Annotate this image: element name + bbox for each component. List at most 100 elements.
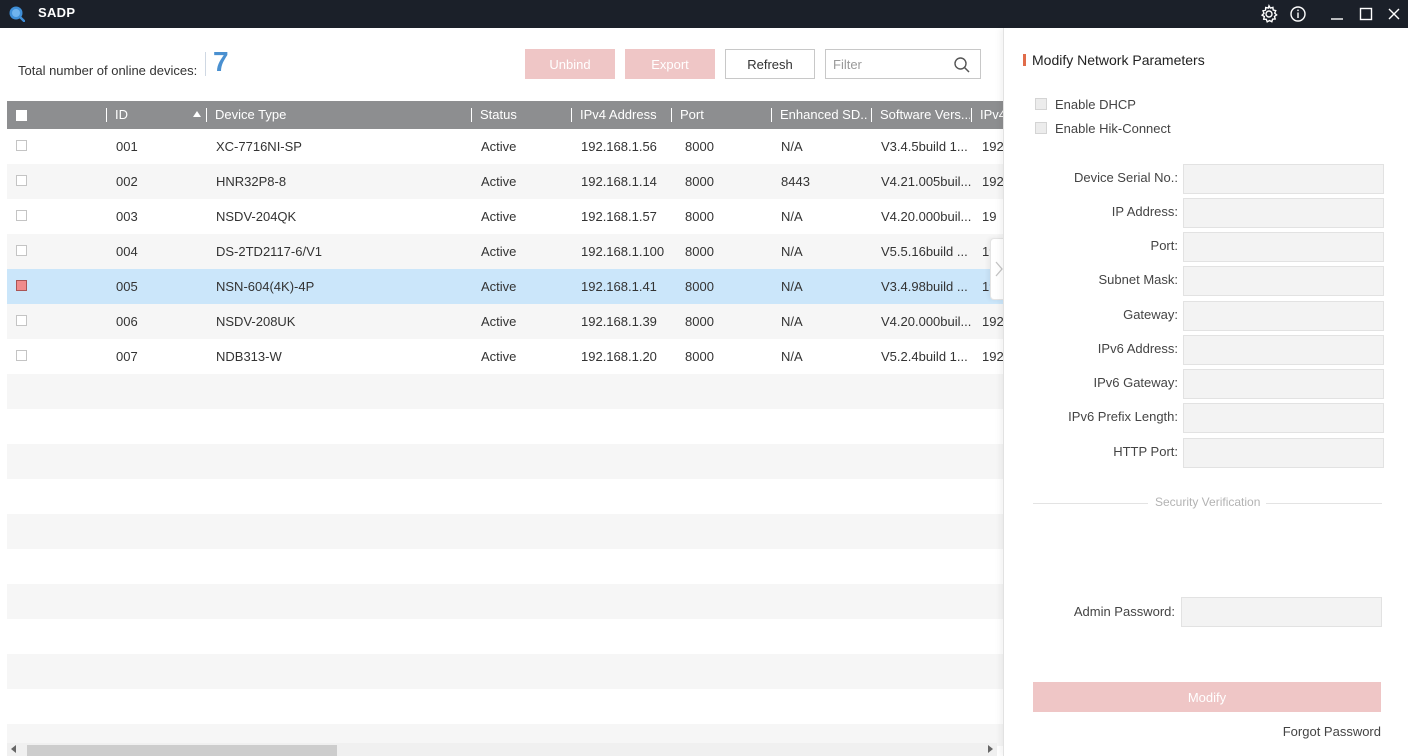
modify-button[interactable]: Modify — [1033, 682, 1381, 712]
cell-enhanced-sdk: N/A — [781, 244, 803, 259]
row-checkbox[interactable] — [16, 315, 27, 326]
scroll-left-icon[interactable] — [11, 745, 16, 753]
cell-id: 007 — [116, 349, 138, 364]
empty-row — [7, 549, 1003, 584]
select-all-checkbox[interactable] — [16, 110, 27, 121]
column-header-ipv4-gateway[interactable]: IPv4 — [980, 101, 1003, 129]
column-header-ipv4-address[interactable]: IPv4 Address — [580, 101, 670, 129]
table-header: ID Device Type Status IPv4 Address Port … — [7, 101, 1003, 129]
row-checkbox[interactable] — [16, 350, 27, 361]
search-icon[interactable] — [953, 56, 971, 74]
about-button[interactable] — [1286, 2, 1310, 26]
field-input[interactable] — [1183, 266, 1384, 296]
field-label: IPv6 Prefix Length: — [1068, 409, 1178, 424]
close-icon — [1388, 8, 1400, 20]
empty-row — [7, 689, 1003, 724]
cell-id: 003 — [116, 209, 138, 224]
table-row[interactable]: 001 XC-7716NI-SP Active 192.168.1.56 8000 N/A… — [7, 129, 1003, 164]
field-input[interactable] — [1183, 335, 1384, 365]
field-input[interactable] — [1183, 403, 1384, 433]
table-row[interactable]: 006 NSDV-208UK Active 192.168.1.39 8000 N/A V4… — [7, 304, 1003, 339]
cell-port: 8000 — [685, 174, 714, 189]
admin-password-label: Admin Password: — [1073, 604, 1175, 619]
field-input[interactable] — [1183, 369, 1384, 399]
table-row[interactable]: 005 NSN-604(4K)-4P Active 192.168.1.41 8000 N… — [7, 269, 1003, 304]
filter-input[interactable] — [826, 50, 946, 78]
field-input[interactable] — [1183, 301, 1384, 331]
admin-password-input[interactable] — [1181, 597, 1382, 627]
gear-icon — [1260, 4, 1278, 23]
cell-port: 8000 — [685, 244, 714, 259]
cell-software-version: V4.20.000buil... — [881, 209, 971, 224]
scrollbar-thumb[interactable] — [27, 745, 337, 756]
field-label: IPv6 Gateway: — [1093, 375, 1178, 390]
panel-title: Modify Network Parameters — [1032, 52, 1205, 68]
unbind-button[interactable]: Unbind — [525, 49, 615, 79]
export-button[interactable]: Export — [625, 49, 715, 79]
cell-software-version: V3.4.98build ... — [881, 279, 968, 294]
enable-dhcp-checkbox[interactable] — [1035, 98, 1047, 110]
cell-ipv4-address: 192.168.1.100 — [581, 244, 665, 259]
cell-ipv4-gateway: 192 — [982, 174, 1003, 189]
cell-port: 8000 — [685, 314, 714, 329]
field-input[interactable] — [1183, 164, 1384, 194]
cell-software-version: V3.4.5build 1... — [881, 139, 968, 154]
cell-status: Active — [481, 349, 517, 364]
column-header-port[interactable]: Port — [680, 101, 770, 129]
table-row[interactable]: 004 DS-2TD2117-6/V1 Active 192.168.1.100 800… — [7, 234, 1003, 269]
table-row[interactable]: 003 NSDV-204QK Active 192.168.1.57 8000 N/A V4… — [7, 199, 1003, 234]
settings-button[interactable] — [1257, 2, 1281, 26]
cell-device-type: NSDV-208UK — [216, 314, 296, 329]
enable-hik-connect-label: Enable Hik-Connect — [1055, 120, 1171, 136]
enable-dhcp-option[interactable]: Enable DHCP — [1035, 96, 1136, 112]
column-header-id[interactable]: ID — [115, 101, 185, 129]
cell-software-version: V4.21.005buil... — [881, 174, 971, 189]
table-row[interactable]: 002 HNR32P8-8 Active 192.168.1.14 8000 8443 V4… — [7, 164, 1003, 199]
field-input[interactable] — [1183, 232, 1384, 262]
enable-hik-connect-checkbox[interactable] — [1035, 122, 1047, 134]
field-input[interactable] — [1183, 198, 1384, 228]
close-button[interactable] — [1382, 2, 1406, 26]
cell-software-version: V5.5.16build ... — [881, 244, 968, 259]
cell-port: 8000 — [685, 279, 714, 294]
row-checkbox[interactable] — [16, 175, 27, 186]
empty-row — [7, 514, 1003, 549]
cell-ipv4-gateway: 192 — [982, 314, 1003, 329]
field-label: Device Serial No.: — [1073, 170, 1178, 185]
refresh-button[interactable]: Refresh — [725, 49, 815, 79]
table-row[interactable]: 007 NDB313-W Active 192.168.1.20 8000 N/A V5.2… — [7, 339, 1003, 374]
cell-enhanced-sdk: N/A — [781, 314, 803, 329]
cell-id: 004 — [116, 244, 138, 259]
field-input[interactable] — [1183, 438, 1384, 468]
cell-id: 005 — [116, 279, 138, 294]
row-checkbox[interactable] — [16, 140, 27, 151]
field-label: HTTP Port: — [1113, 444, 1178, 459]
cell-port: 8000 — [685, 209, 714, 224]
cell-enhanced-sdk: 8443 — [781, 174, 810, 189]
online-devices-label: Total number of online devices: — [18, 63, 198, 78]
title-accent-bar — [1023, 54, 1026, 66]
cell-ipv4-address: 192.168.1.39 — [581, 314, 657, 329]
enable-hik-connect-option[interactable]: Enable Hik-Connect — [1035, 120, 1171, 136]
maximize-button[interactable] — [1354, 2, 1378, 26]
cell-port: 8000 — [685, 349, 714, 364]
row-checkbox[interactable] — [16, 280, 27, 291]
security-verification-label: Security Verification — [1152, 495, 1264, 509]
empty-row — [7, 479, 1003, 514]
row-checkbox[interactable] — [16, 210, 27, 221]
cell-ipv4-gateway: 192 — [982, 349, 1003, 364]
collapse-panel-button[interactable] — [990, 238, 1004, 300]
row-checkbox[interactable] — [16, 245, 27, 256]
forgot-password-link[interactable]: Forgot Password — [1283, 724, 1381, 739]
cell-ipv4-address: 192.168.1.20 — [581, 349, 657, 364]
column-header-device-type[interactable]: Device Type — [215, 101, 465, 129]
cell-enhanced-sdk: N/A — [781, 209, 803, 224]
column-header-software-version[interactable]: Software Vers... — [880, 101, 970, 129]
horizontal-scrollbar[interactable] — [7, 743, 997, 756]
column-header-status[interactable]: Status — [480, 101, 565, 129]
column-header-enhanced-sdk[interactable]: Enhanced SD... — [780, 101, 868, 129]
security-divider-right — [1266, 503, 1382, 504]
cell-status: Active — [481, 279, 517, 294]
minimize-button[interactable] — [1325, 2, 1349, 26]
scroll-right-icon[interactable] — [988, 745, 993, 753]
